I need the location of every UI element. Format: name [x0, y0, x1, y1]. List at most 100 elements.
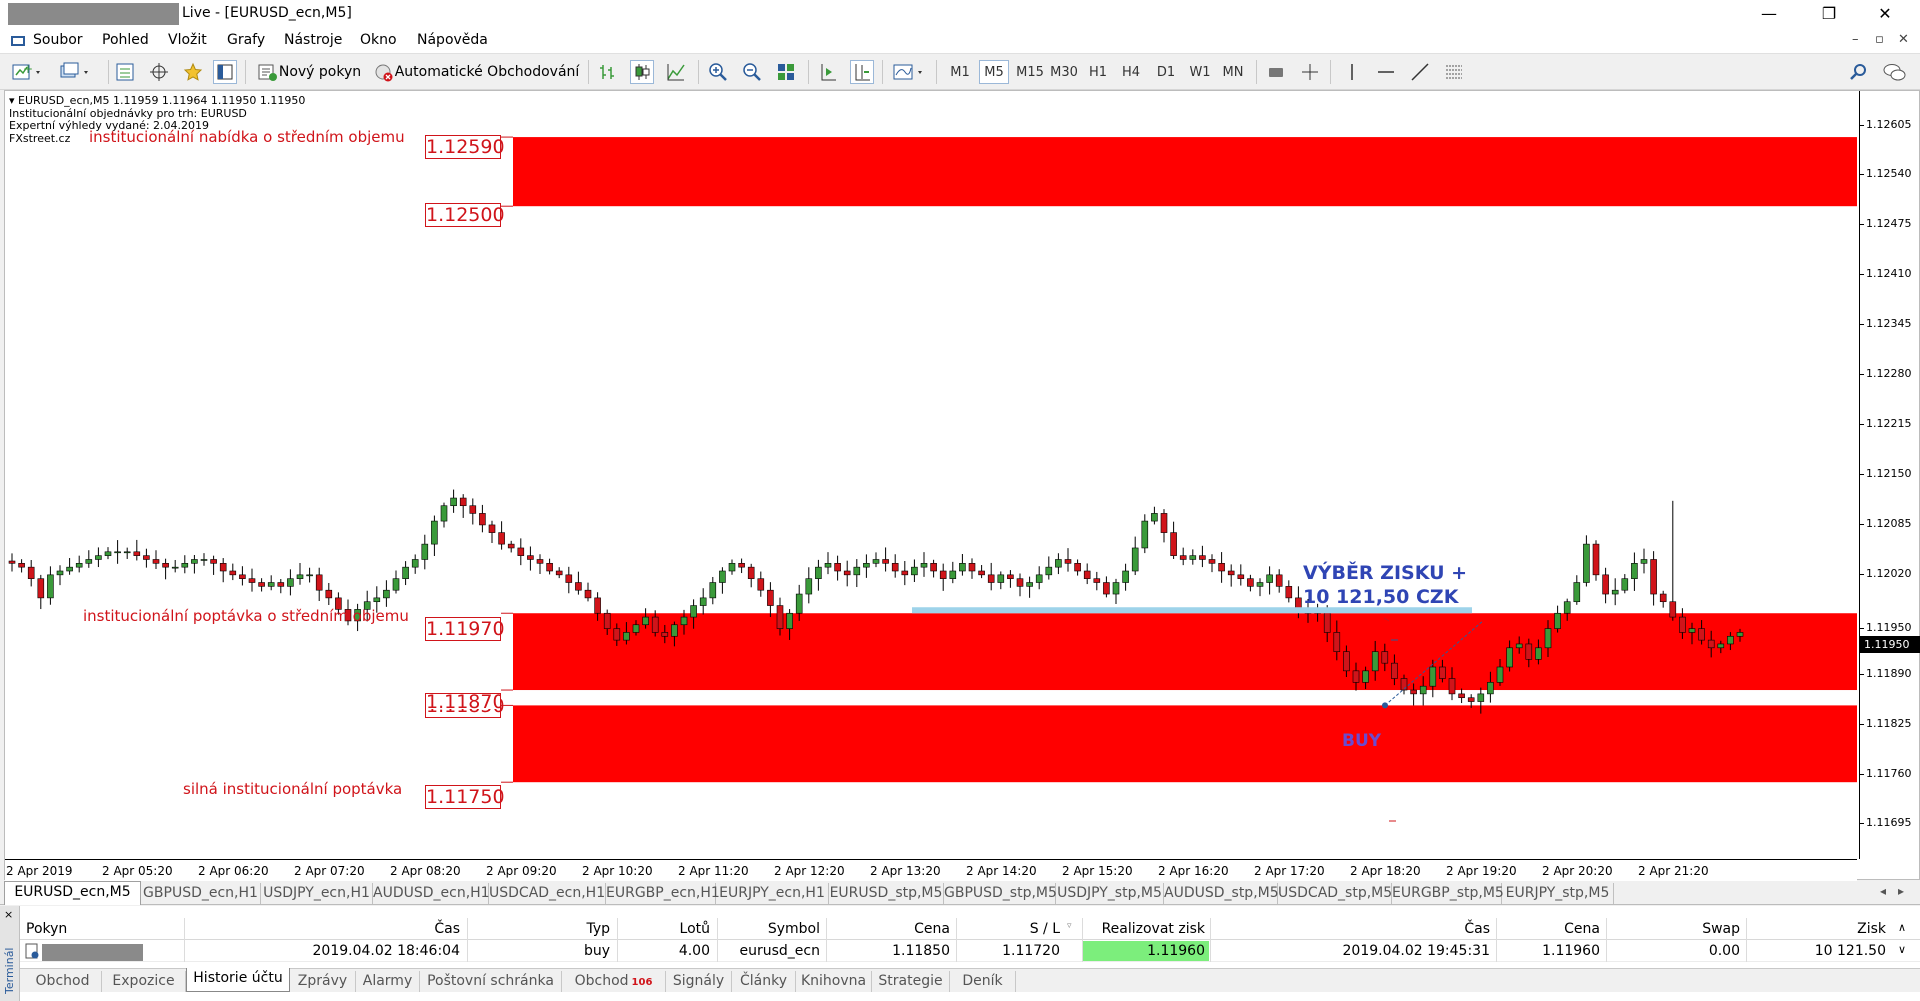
tabs-scroll-right-icon[interactable]: ▸ — [1898, 884, 1904, 898]
cursor-tool-icon[interactable] — [1264, 60, 1288, 84]
vertical-line-icon[interactable] — [1340, 60, 1364, 84]
bar-chart-icon[interactable] — [596, 60, 620, 84]
symbol-tab[interactable]: EURUSD_ecn,M5 — [4, 881, 141, 905]
menu-grafy[interactable]: Grafy — [227, 32, 265, 48]
timeframe-m15[interactable]: M15 — [1013, 60, 1047, 84]
col-price[interactable]: Cena — [830, 921, 950, 937]
terminal-toggle-icon[interactable] — [213, 60, 237, 84]
symbol-tab[interactable]: AUDUSD_stp,M5 — [1164, 883, 1279, 904]
timeframe-m1[interactable]: M1 — [945, 60, 975, 84]
terminal-tab[interactable]: Deník — [950, 971, 1016, 992]
bear-candle — [239, 574, 246, 579]
bear-candle — [738, 563, 745, 568]
terminal-tab[interactable]: Signály — [666, 971, 732, 992]
indicators-icon[interactable] — [890, 60, 930, 84]
mdi-minimize-button[interactable]: – — [1852, 32, 1859, 47]
timeframe-m30[interactable]: M30 — [1047, 60, 1081, 84]
close-button[interactable]: ✕ — [1862, 2, 1908, 26]
chart-window[interactable]: ▾ EURUSD_ecn,M5 1.11959 1.11964 1.11950 … — [4, 90, 1920, 881]
bear-candle — [37, 578, 45, 599]
symbol-tab[interactable]: USDCAD_ecn,H1 — [489, 883, 606, 904]
symbol-tab[interactable]: GBPUSD_stp,M5 — [944, 883, 1057, 904]
terminal-tab[interactable]: Poštovní schránka — [420, 971, 562, 992]
history-row[interactable]: 2019.04.02 18:46:04 buy 4.00 eurusd_ecn … — [20, 940, 1920, 962]
timeframe-h4[interactable]: H4 — [1116, 60, 1146, 84]
symbol-tab[interactable]: EURJPY_ecn,H1 — [716, 883, 829, 904]
menu-napoveda[interactable]: Nápověda — [417, 32, 488, 48]
price-axis[interactable]: 1.12605 1.12540 1.12475 1.12410 1.12345 1.122… — [1859, 91, 1920, 859]
timeframe-m5[interactable]: M5 — [979, 60, 1009, 84]
tabs-scroll-left-icon[interactable]: ◂ — [1880, 884, 1886, 898]
zoom-out-icon[interactable] — [740, 60, 764, 84]
collapse-triangle-icon[interactable]: ▾ — [9, 94, 18, 107]
scroll-up-icon[interactable]: ∧ — [1898, 921, 1906, 934]
favorites-star-icon[interactable] — [181, 60, 205, 84]
auto-trading-button[interactable]: Automatické Obchodování — [372, 60, 580, 84]
col-close-time[interactable]: Čas — [1320, 921, 1490, 937]
timeframe-w1[interactable]: W1 — [1185, 60, 1215, 84]
col-symbol[interactable]: Symbol — [720, 921, 820, 937]
col-order[interactable]: Pokyn — [26, 921, 67, 937]
col-sl[interactable]: S / L — [960, 921, 1060, 937]
horizontal-line-icon[interactable] — [1374, 60, 1398, 84]
chart-shift-icon[interactable] — [850, 60, 874, 84]
symbol-tab[interactable]: EURGBP_ecn,H1 — [606, 883, 720, 904]
terminal-tab[interactable]: Strategie — [872, 971, 950, 992]
symbol-tab[interactable]: USDJPY_stp,M5 — [1056, 883, 1164, 904]
symbol-tab[interactable]: AUDUSD_ecn,H1 — [373, 883, 490, 904]
terminal-tab[interactable]: Zprávy — [290, 971, 356, 992]
symbol-tab[interactable]: GBPUSD_ecn,H1 — [141, 883, 261, 904]
restore-button[interactable]: ❐ — [1806, 2, 1852, 26]
profiles-icon[interactable] — [56, 60, 96, 84]
bull-candle — [671, 624, 678, 637]
terminal-close-button[interactable]: × — [4, 908, 13, 921]
chat-icon[interactable] — [1880, 60, 1910, 84]
menu-vlozit[interactable]: Vložit — [168, 32, 207, 48]
time-axis[interactable]: 2 Apr 2019 2 Apr 05:20 2 Apr 06:20 2 Apr 07… — [5, 859, 1857, 881]
menu-nastroje[interactable]: Nástroje — [284, 32, 342, 48]
terminal-tab[interactable]: Obchod 106 — [562, 971, 666, 992]
price-chart-canvas[interactable] — [5, 91, 1857, 859]
zoom-in-icon[interactable] — [706, 60, 730, 84]
fibonacci-icon[interactable] — [1442, 60, 1466, 84]
line-chart-icon[interactable] — [664, 60, 688, 84]
new-order-button[interactable]: Nový pokyn — [253, 60, 365, 84]
col-swap[interactable]: Swap — [1610, 921, 1740, 937]
col-time[interactable]: Čas — [220, 921, 460, 937]
crosshair-navigator-icon[interactable] — [147, 60, 171, 84]
terminal-tab[interactable]: Expozice — [102, 971, 186, 992]
timeframe-mn[interactable]: MN — [1218, 60, 1248, 84]
timeframe-d1[interactable]: D1 — [1151, 60, 1181, 84]
menu-soubor[interactable]: Soubor — [33, 32, 83, 48]
autoscroll-icon[interactable] — [816, 60, 840, 84]
terminal-tab[interactable]: Obchod — [24, 971, 102, 992]
trendline-icon[interactable] — [1408, 60, 1432, 84]
mdi-close-button[interactable]: ✕ — [1898, 32, 1909, 47]
menu-pohled[interactable]: Pohled — [102, 32, 149, 48]
col-take-profit[interactable]: Realizovat zisk — [1090, 921, 1205, 937]
symbol-tab[interactable]: EURUSD_stp,M5 — [829, 883, 944, 904]
timeframe-h1[interactable]: H1 — [1083, 60, 1113, 84]
terminal-tab[interactable]: Články — [732, 971, 796, 992]
minimize-button[interactable]: — — [1746, 2, 1792, 26]
symbol-tab[interactable]: USDCAD_stp,M5 — [1278, 883, 1392, 904]
scroll-down-icon[interactable]: ∨ — [1898, 943, 1906, 956]
col-close-price[interactable]: Cena — [1500, 921, 1600, 937]
mdi-restore-button[interactable]: ▫ — [1875, 32, 1884, 47]
terminal-tab[interactable]: Knihovna — [796, 971, 872, 992]
col-profit[interactable]: Zisk — [1750, 921, 1886, 937]
tile-windows-icon[interactable] — [774, 60, 798, 84]
search-icon[interactable] — [1846, 60, 1870, 84]
menu-okno[interactable]: Okno — [360, 32, 397, 48]
symbol-tab[interactable]: EURJPY_stp,M5 — [1502, 883, 1614, 904]
market-watch-icon[interactable] — [113, 60, 137, 84]
col-type[interactable]: Typ — [470, 921, 610, 937]
new-chart-icon[interactable]: + — [8, 60, 48, 84]
candlestick-chart-icon[interactable] — [630, 60, 654, 84]
symbol-tab[interactable]: EURGBP_stp,M5 — [1392, 883, 1504, 904]
terminal-tab[interactable]: Alarmy — [356, 971, 420, 992]
symbol-tab[interactable]: USDJPY_ecn,H1 — [261, 883, 373, 904]
col-lots[interactable]: Lotů — [620, 921, 710, 937]
crosshair-tool-icon[interactable] — [1298, 60, 1322, 84]
terminal-tab[interactable]: Historie účtu — [186, 968, 290, 992]
